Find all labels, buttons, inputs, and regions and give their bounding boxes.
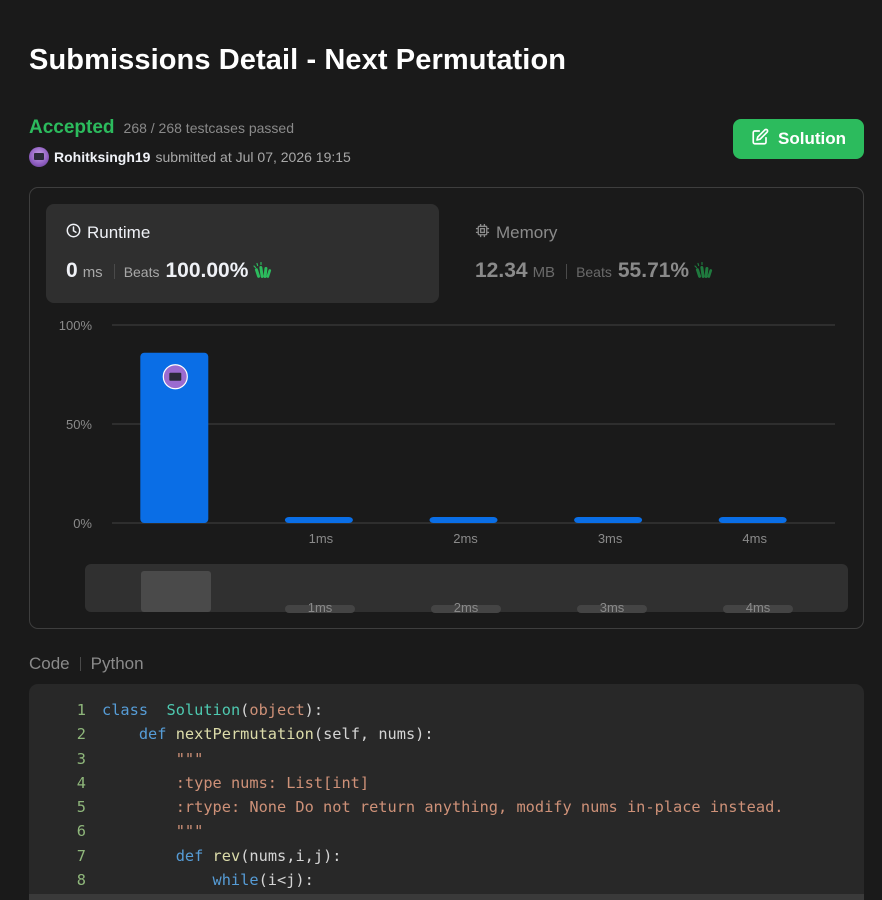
- code-language: Python: [90, 654, 144, 673]
- avatar-marker-inner: [169, 372, 182, 381]
- x-tick-label: 2ms: [453, 531, 478, 546]
- line-number: 4: [76, 773, 86, 792]
- line-number: 1: [76, 701, 86, 719]
- line-number: 2: [76, 725, 86, 744]
- code-lines: 1 class Solution(object): 2 def nextPermut…: [29, 698, 864, 892]
- line-number: 7: [76, 846, 86, 865]
- code-line: 2 def nextPermutation(self, nums):: [29, 722, 864, 746]
- code-header: Code Python: [29, 654, 144, 674]
- chart-bar: [574, 517, 643, 523]
- code-line: 8 while(i<j):: [29, 868, 864, 892]
- line-number: 8: [76, 871, 86, 890]
- code-line: 1 class Solution(object):: [29, 698, 864, 722]
- line-number: 6: [76, 822, 86, 841]
- code-line: 3 """: [29, 747, 864, 771]
- username[interactable]: Rohitksingh19: [54, 149, 150, 165]
- line-number: 3: [76, 749, 86, 768]
- code-line: 5 :rtype: None Do not return anything, m…: [29, 795, 864, 819]
- status-accepted[interactable]: Accepted: [29, 117, 115, 139]
- page-title: Submissions Detail - Next Permutation: [29, 44, 567, 76]
- overview-tick-label: 2ms: [454, 600, 479, 615]
- x-tick-label: 4ms: [742, 531, 767, 546]
- chart-bar: [284, 517, 353, 523]
- divider: [79, 657, 81, 671]
- code-line: 6 """: [29, 819, 864, 843]
- submitted-at: submitted at Jul 07, 2026 19:15: [155, 149, 351, 165]
- solution-label: Solution: [778, 129, 846, 148]
- avatar[interactable]: [29, 147, 49, 167]
- line-number: 5: [76, 798, 86, 817]
- line-code: """: [175, 749, 204, 768]
- y-tick-label: 100%: [59, 318, 93, 333]
- code-line: 7 def rev(nums,i,j):: [29, 844, 864, 868]
- line-code: class Solution(object):: [102, 701, 324, 719]
- chart-bar: [718, 517, 787, 523]
- x-tick-label: 3ms: [598, 531, 623, 546]
- edit-icon: [751, 128, 769, 151]
- code-line: 4 :type nums: List[int]: [29, 771, 864, 795]
- line-code: def nextPermutation(self, nums):: [138, 725, 434, 744]
- code-viewer[interactable]: 1 class Solution(object): 2 def nextPermut…: [29, 684, 864, 900]
- line-code: """: [175, 822, 204, 841]
- status-row: Accepted 268 / 268 testcases passed: [29, 117, 294, 139]
- y-tick-label: 0%: [73, 516, 92, 531]
- overview-tick-label: 1ms: [308, 600, 333, 615]
- overview-tick-label: 3ms: [600, 600, 625, 615]
- line-code: :rtype: None Do not return anything, mod…: [175, 798, 784, 817]
- line-code: :type nums: List[int]: [175, 773, 370, 792]
- range-selector-window: [141, 571, 211, 612]
- chart-bar: [429, 517, 498, 523]
- stats-panel: Runtime 0 ms Beats 100.00% Memory 12.34 …: [29, 187, 864, 629]
- horizontal-scrollbar[interactable]: [29, 894, 864, 900]
- overview-tick-label: 4ms: [746, 600, 771, 615]
- runtime-distribution-chart[interactable]: 0% 50% 100% 1ms 2ms 3ms 4ms 1ms 2ms 3ms 4ms: [30, 188, 865, 630]
- submitter-row: Rohitksingh19 submitted at Jul 07, 2026 …: [29, 147, 351, 167]
- solution-button[interactable]: Solution: [733, 119, 864, 159]
- y-tick-label: 50%: [66, 417, 92, 432]
- line-code: def rev(nums,i,j):: [175, 846, 342, 865]
- line-code: while(i<j):: [212, 871, 314, 890]
- code-tab-label: Code: [29, 654, 70, 673]
- x-tick-label: 1ms: [309, 531, 334, 546]
- testcases-passed: 268 / 268 testcases passed: [123, 120, 294, 136]
